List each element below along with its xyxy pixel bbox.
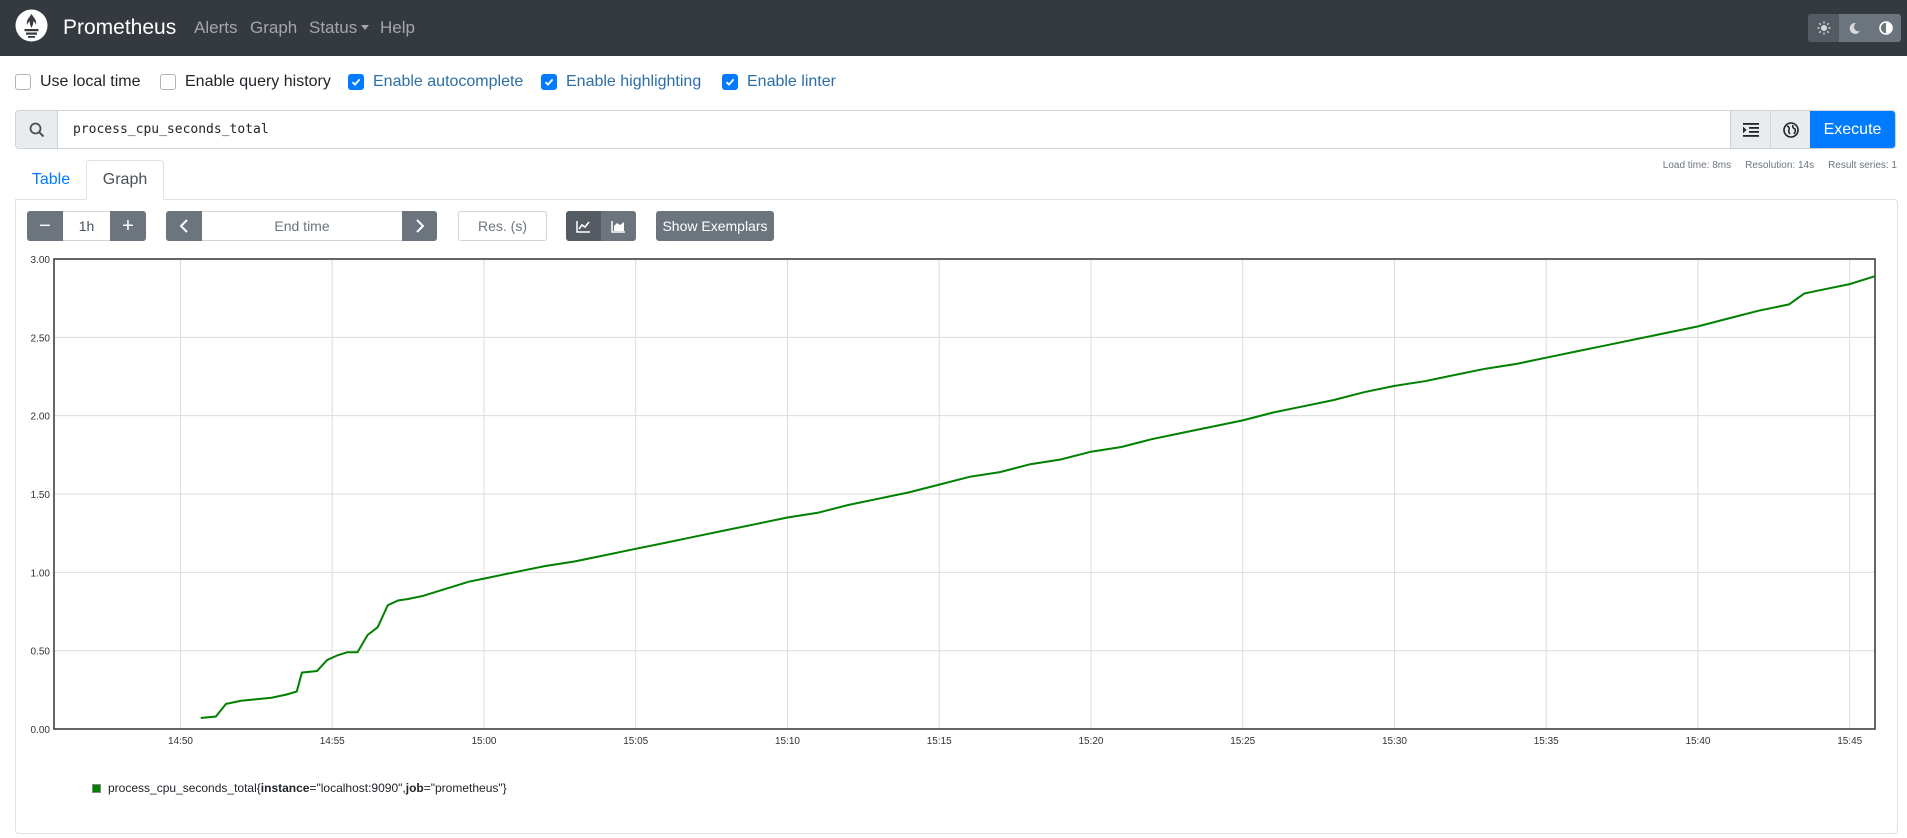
y-tick-label: 2.50 [31,333,51,344]
x-tick-label: 15:35 [1534,736,1559,747]
navbar: Prometheus Alerts Graph Status Help [0,0,1907,56]
increase-range-button[interactable]: + [110,211,146,241]
contrast-icon [1878,21,1893,35]
x-tick-label: 15:25 [1230,736,1255,747]
legend-close-brace: } [502,781,507,795]
resolution: Resolution: 14s [1745,160,1815,171]
x-tick-label: 15:40 [1685,736,1710,747]
y-axis-ticks: 0.00 0.50 1.00 1.50 2.00 2.50 3.00 [31,255,51,736]
dark-theme-button[interactable] [1839,14,1870,42]
x-tick-label: 15:45 [1837,736,1862,747]
legend-label-instance-key: instance [260,781,310,795]
x-tick-label: 15:00 [471,736,496,747]
x-tick-label: 15:15 [927,736,952,747]
y-tick-label: 3.00 [31,255,51,266]
previous-time-button[interactable] [166,211,202,241]
end-time-input[interactable]: End time [202,211,402,241]
x-tick-label: 15:30 [1382,736,1407,747]
range-input[interactable]: 1h [63,211,110,241]
query-stats: Load time: 8ms Resolution: 14s Result se… [1663,160,1897,171]
option-label: Use local time [40,73,141,90]
x-tick-label: 15:10 [775,736,800,747]
metrics-explorer-button[interactable] [1770,111,1810,148]
tab-table[interactable]: Table [19,160,83,200]
auto-theme-button[interactable] [1870,14,1901,42]
line-chart-icon [576,220,590,233]
checkbox-checked-icon[interactable] [348,74,364,90]
legend-label-job-key: job [405,781,424,795]
nav-help[interactable]: Help [380,18,415,38]
moon-icon [1849,22,1860,34]
legend-swatch [92,783,101,793]
expression-input[interactable] [58,111,1730,148]
y-tick-label: 0.00 [31,725,51,736]
y-tick-label: 2.00 [31,412,51,423]
show-exemplars-button[interactable]: Show Exemplars [656,211,774,241]
checkbox-checked-icon[interactable] [722,74,738,90]
graph-chart[interactable]: 0.000.501.001.502.002.503.00 14:50 14:55 1… [0,250,1907,770]
execute-button[interactable]: Execute [1810,111,1895,148]
y-tick-label: 1.00 [31,568,51,579]
resolution-input[interactable]: Res. (s) [458,211,547,241]
option-label: Enable query history [185,73,331,90]
option-label: Enable highlighting [566,73,702,90]
prometheus-logo-icon[interactable] [15,9,48,42]
nav-status[interactable]: Status [309,18,370,38]
option-label: Enable autocomplete [373,73,524,90]
legend-item[interactable]: process_cpu_seconds_total{instance ="loca… [92,781,507,795]
decrease-range-button[interactable]: − [27,211,63,241]
option-enable-highlighting[interactable]: Enable highlighting [541,73,701,91]
indent-icon [1742,122,1759,137]
option-enable-linter[interactable]: Enable linter [722,73,836,91]
stacked-chart-button[interactable] [601,211,636,241]
area-chart-icon [611,220,625,233]
checkbox-icon[interactable] [15,74,31,90]
option-use-local-time[interactable]: Use local time [15,73,140,91]
legend-label-instance-value: ="localhost:9090", [309,781,406,795]
brand-title[interactable]: Prometheus [63,16,176,40]
search-icon [16,111,58,148]
nav-status-label: Status [309,18,358,37]
tab-graph[interactable]: Graph [86,160,164,200]
nav-alerts[interactable]: Alerts [194,18,237,38]
next-time-button[interactable] [402,211,437,241]
theme-toggle-group [1808,14,1901,42]
legend-label-job-value: ="prometheus" [423,781,503,795]
series-line [200,275,1876,719]
x-tick-label: 14:50 [168,736,193,747]
checkbox-checked-icon[interactable] [541,74,557,90]
x-tick-label: 15:05 [623,736,648,747]
y-tick-label: 0.50 [31,647,51,658]
x-tick-label: 15:20 [1078,736,1103,747]
sun-icon [1817,21,1830,35]
option-enable-autocomplete[interactable]: Enable autocomplete [348,73,523,91]
chevron-left-icon [179,219,188,233]
nav-graph[interactable]: Graph [250,18,297,38]
globe-icon [1782,121,1799,138]
y-tick-label: 1.50 [31,490,51,501]
option-enable-query-history[interactable]: Enable query history [160,73,331,91]
legend-metric: process_cpu_seconds_total [108,781,257,795]
chevron-right-icon [415,219,424,233]
chevron-down-icon [361,25,370,30]
x-tick-label: 14:55 [320,736,345,747]
query-bar: Execute [15,110,1896,149]
x-axis-ticks: 14:50 14:55 15:00 15:05 15:10 15:15 15:20 15:25… [168,736,1863,747]
load-time: Load time: 8ms [1662,160,1732,171]
line-chart-button[interactable] [566,211,601,241]
format-expression-button[interactable] [1730,111,1770,148]
light-theme-button[interactable] [1808,14,1839,42]
grid-lines [54,258,1875,730]
result-series: Result series: 1 [1828,160,1897,171]
option-label: Enable linter [747,73,836,90]
checkbox-icon[interactable] [160,74,176,90]
